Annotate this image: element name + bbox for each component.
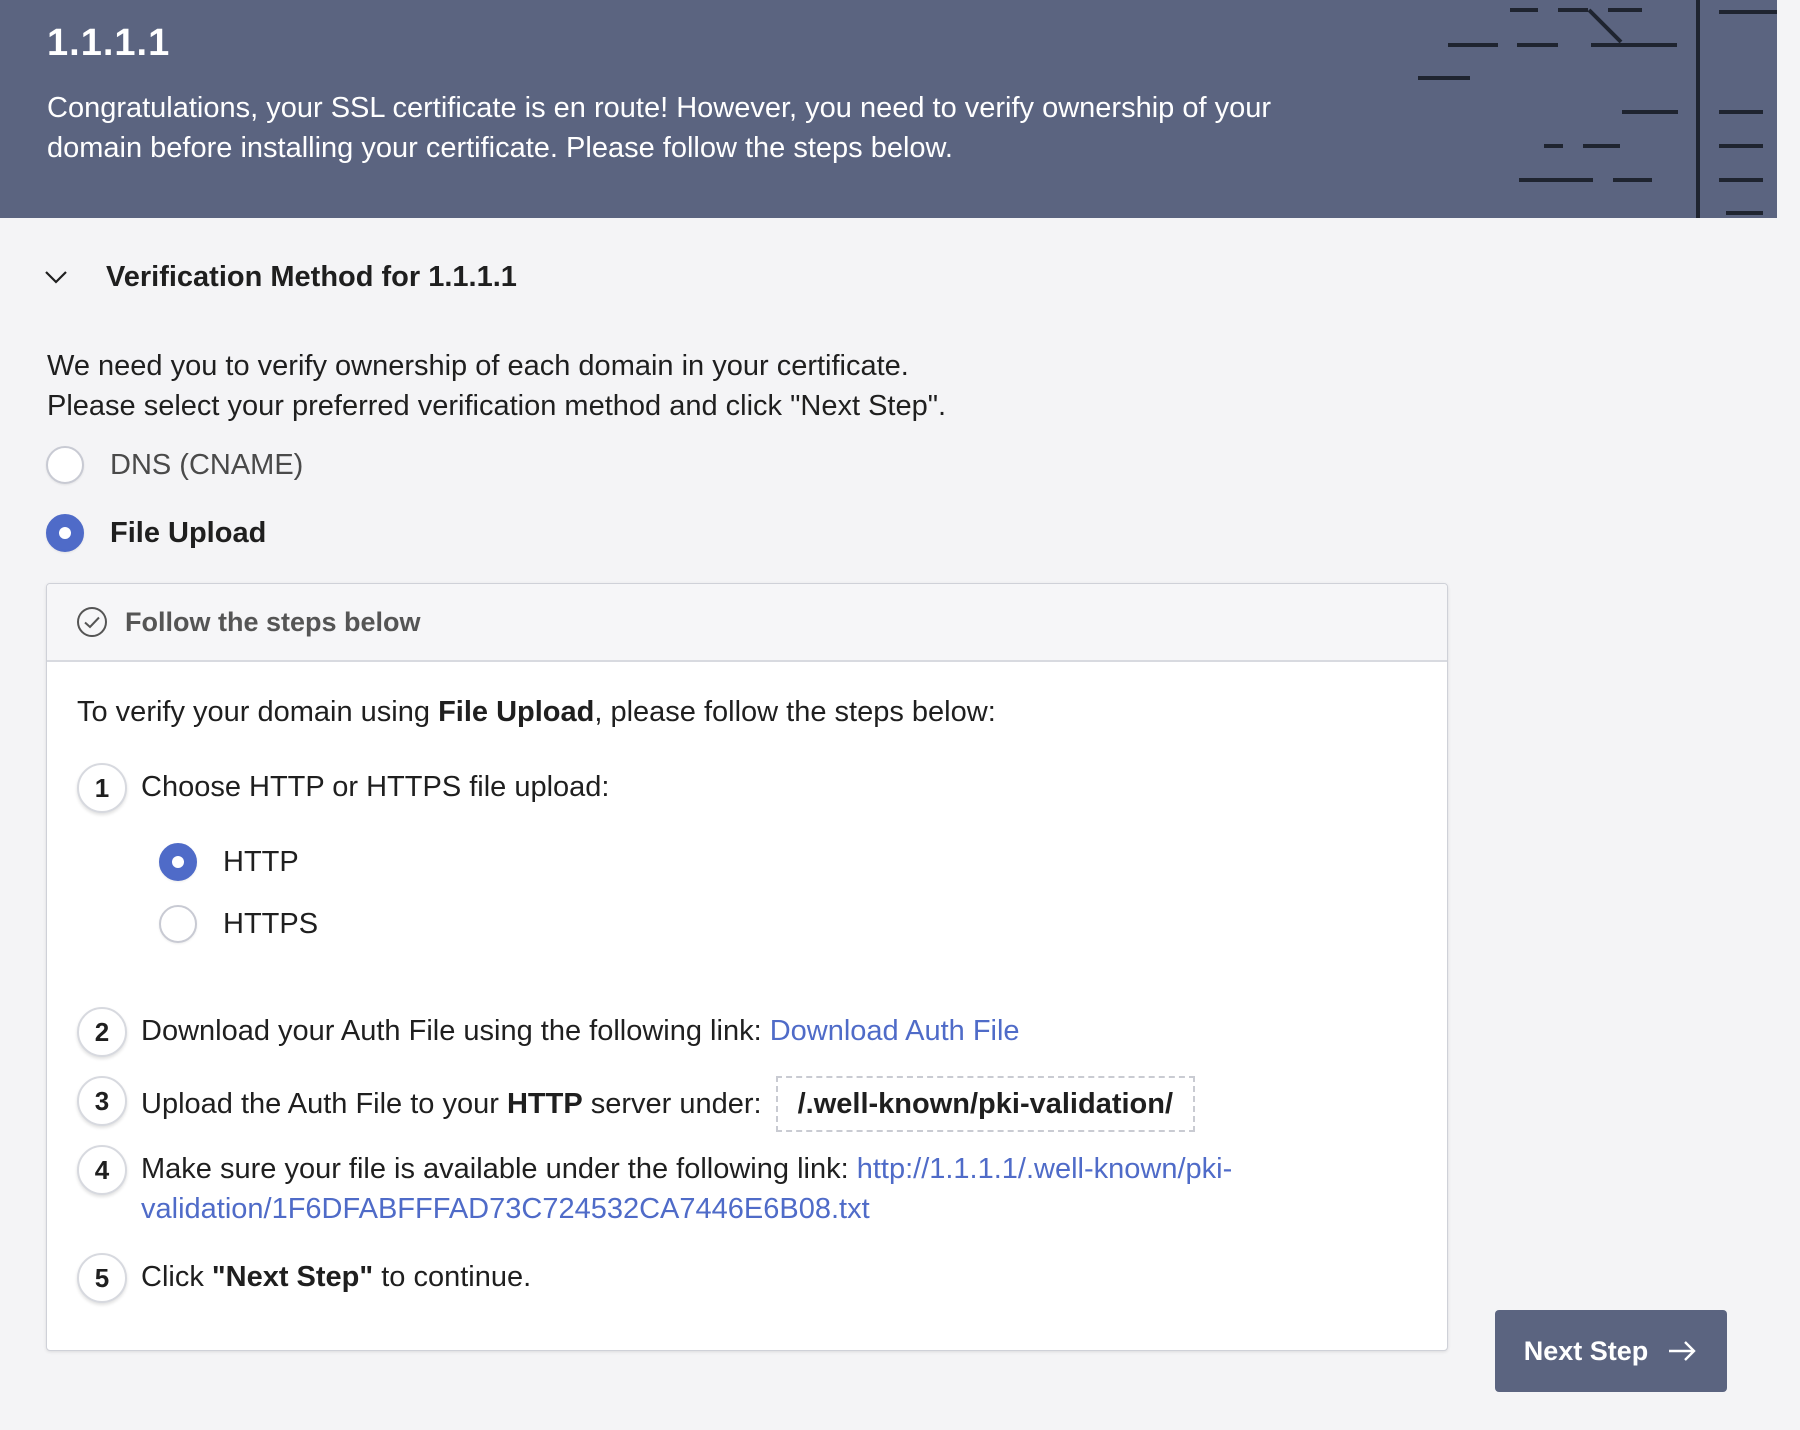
step-5-prefix: Click	[141, 1261, 212, 1293]
scrollbar-track[interactable]	[1777, 0, 1800, 1430]
step-2-text: Download your Auth File using the follow…	[141, 1015, 770, 1047]
steps-intro-prefix: To verify your domain using	[77, 696, 439, 728]
intro-line-2: Please select your preferred verificatio…	[47, 390, 947, 422]
check-circle-icon	[77, 607, 107, 637]
step-2: 2 Download your Auth File using the foll…	[77, 1007, 1020, 1057]
https-label: HTTPS	[223, 907, 319, 940]
file-upload-label: File Upload	[110, 516, 267, 549]
step-4: 4 Make sure your file is available under…	[77, 1145, 1232, 1229]
steps-intro-suffix: , please follow the steps below:	[594, 696, 996, 728]
step-text: Make sure your file is available under t…	[141, 1145, 1232, 1229]
dns-radio[interactable]	[46, 446, 84, 484]
protocol-option-http[interactable]: HTTP	[159, 843, 299, 881]
step-text: Choose HTTP or HTTPS file upload:	[141, 771, 610, 803]
step-3-prefix: Upload the Auth File to your	[141, 1088, 507, 1120]
step-5-emphasis: "Next Step"	[211, 1261, 374, 1293]
step-text: Click "Next Step" to continue.	[141, 1253, 531, 1297]
verification-title: Verification Method for 1.1.1.1	[106, 260, 517, 293]
steps-panel-title: Follow the steps below	[125, 606, 421, 637]
step-number: 3	[77, 1076, 127, 1126]
step-4-text: Make sure your file is available under t…	[141, 1153, 857, 1185]
step-3-suffix: server under:	[582, 1088, 762, 1120]
verification-intro: We need you to verify ownership of each …	[47, 346, 946, 426]
arrow-right-icon	[1669, 1341, 1696, 1361]
step-5-suffix: to continue.	[373, 1261, 532, 1293]
steps-panel-header: Follow the steps below	[47, 584, 1447, 662]
step-number: 2	[77, 1007, 127, 1057]
chevron-down-icon	[45, 271, 67, 284]
dns-label: DNS (CNAME)	[110, 448, 304, 481]
step-3-protocol: HTTP	[506, 1088, 583, 1120]
header-banner: 1.1.1.1 Congratulations, your SSL certif…	[0, 0, 1777, 218]
http-radio[interactable]	[159, 843, 197, 881]
step-1: 1 Choose HTTP or HTTPS file upload:	[77, 763, 610, 813]
file-upload-radio[interactable]	[46, 514, 84, 552]
steps-panel: Follow the steps below To verify your do…	[46, 583, 1448, 1351]
https-radio[interactable]	[159, 905, 197, 943]
step-text: Upload the Auth File to your HTTP server…	[141, 1076, 1196, 1132]
decorative-lines-icon	[1418, 0, 1777, 218]
step-number: 4	[77, 1145, 127, 1195]
step-number: 1	[77, 763, 127, 813]
validation-url-line-1: http://1.1.1.1/.well-known/pki-	[856, 1153, 1233, 1185]
next-step-label: Next Step	[1523, 1335, 1649, 1366]
method-option-dns[interactable]: DNS (CNAME)	[46, 446, 303, 484]
protocol-option-https[interactable]: HTTPS	[159, 905, 318, 943]
validation-path-box[interactable]: /.well-known/pki-validation/	[775, 1076, 1196, 1132]
steps-intro: To verify your domain using File Upload,…	[77, 696, 996, 729]
domain-title: 1.1.1.1	[47, 22, 171, 64]
verification-toggle[interactable]: Verification Method for 1.1.1.1	[40, 252, 517, 302]
step-text: Download your Auth File using the follow…	[141, 1007, 1020, 1051]
steps-intro-method: File Upload	[438, 696, 595, 728]
step-5: 5 Click "Next Step" to continue.	[77, 1253, 531, 1303]
step-number: 5	[77, 1253, 127, 1303]
step-3: 3 Upload the Auth File to your HTTP serv…	[77, 1076, 1196, 1132]
download-auth-file-link[interactable]: Download Auth File	[770, 1015, 1020, 1047]
method-option-file-upload[interactable]: File Upload	[46, 514, 266, 552]
banner-message: Congratulations, your SSL certificate is…	[47, 92, 1272, 164]
intro-line-1: We need you to verify ownership of each …	[47, 350, 909, 382]
validation-url-line-2: validation/1F6DFABFFFAD73C724532CA7446E6…	[141, 1193, 870, 1225]
http-label: HTTP	[223, 845, 299, 878]
page: 1.1.1.1 Congratulations, your SSL certif…	[0, 0, 1800, 1430]
next-step-button[interactable]: Next Step	[1495, 1310, 1727, 1392]
